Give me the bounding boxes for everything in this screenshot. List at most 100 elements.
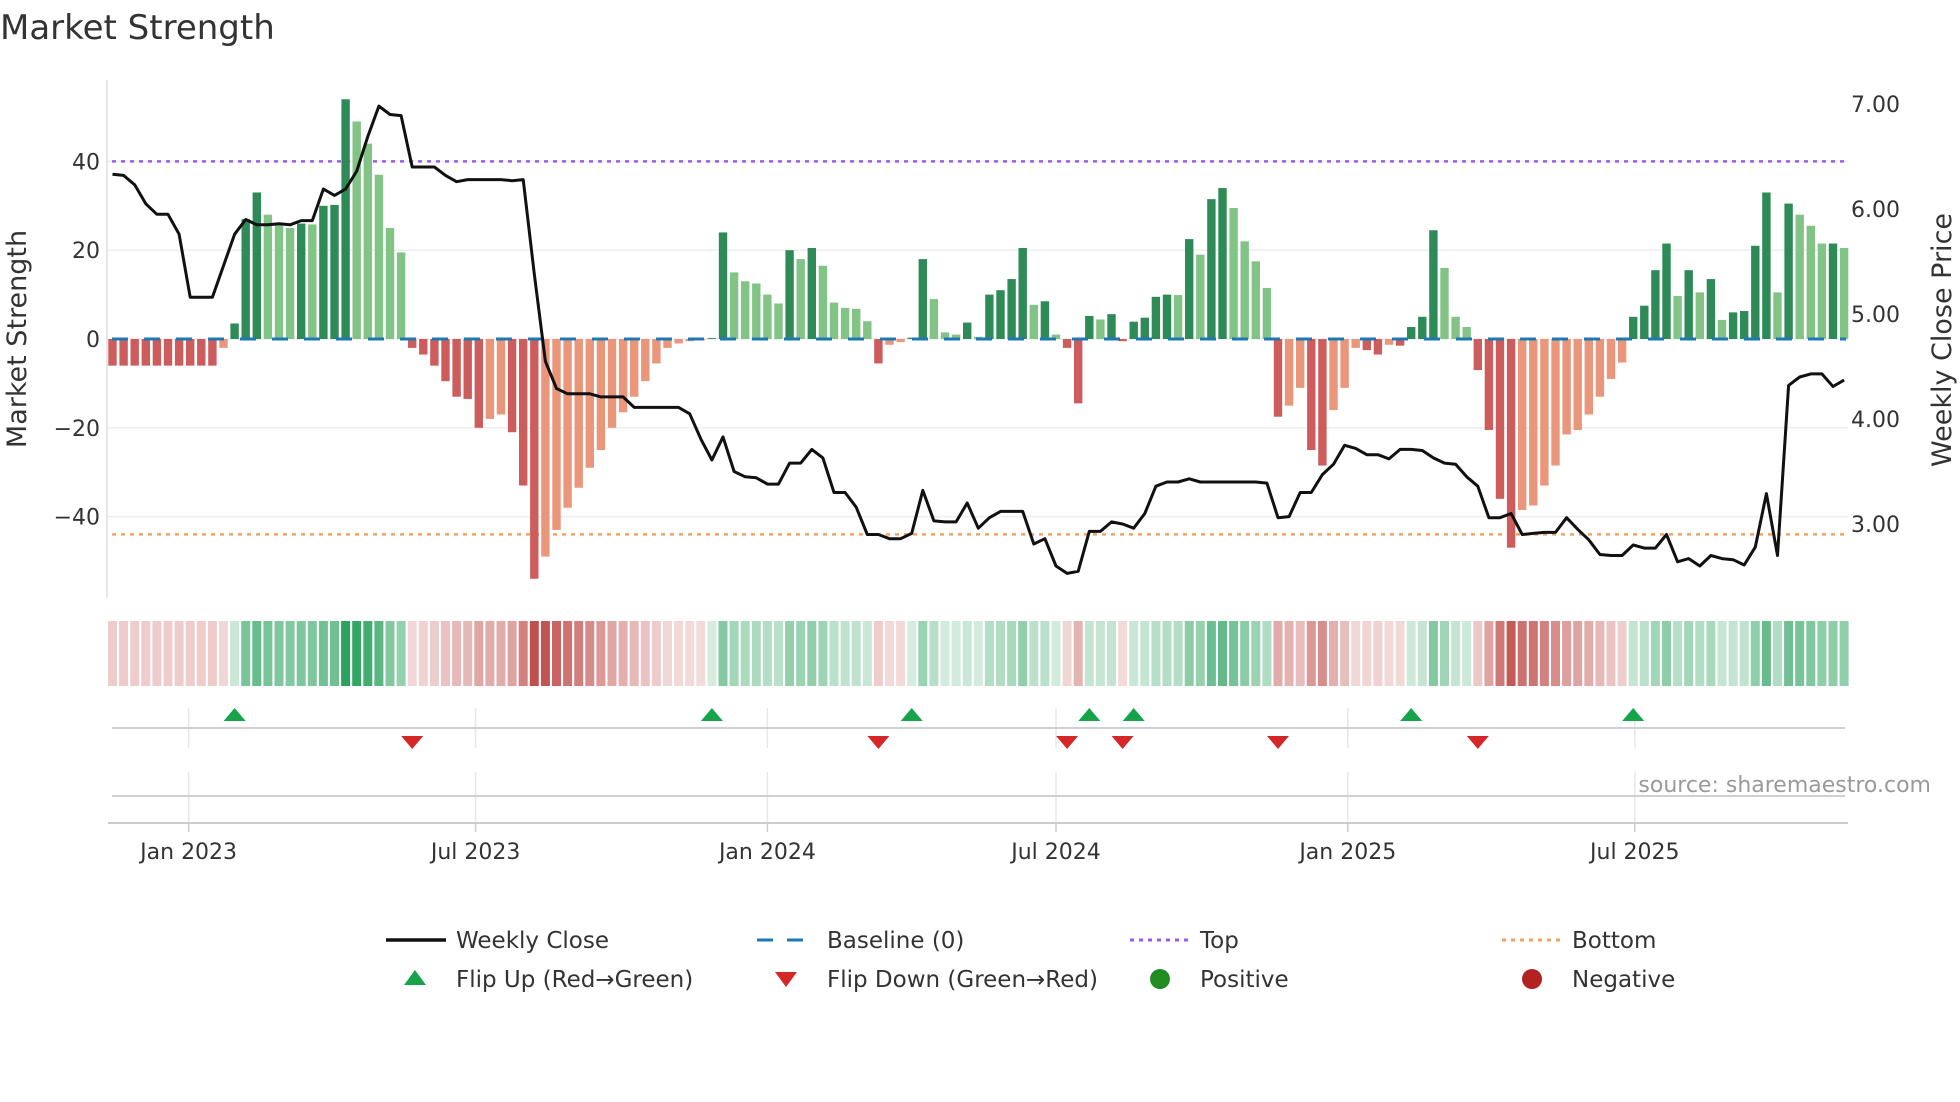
regime-cell	[141, 621, 151, 686]
strength-bar	[896, 339, 905, 343]
strength-bar	[1817, 243, 1827, 339]
strength-bar	[1129, 321, 1138, 339]
strength-bar	[607, 339, 617, 428]
y2-tick-label: 7.00	[1851, 93, 1900, 118]
regime-cell	[185, 621, 195, 686]
regime-cell	[674, 621, 684, 686]
regime-cell	[1506, 621, 1516, 686]
regime-cell	[1062, 621, 1072, 686]
regime-cell	[196, 621, 206, 686]
strength-bar	[1173, 295, 1183, 339]
regime-cell	[1717, 621, 1727, 686]
strength-bar	[519, 339, 528, 486]
strength-bar	[918, 259, 927, 339]
regime-cell	[441, 621, 450, 686]
regime-strip	[108, 621, 1849, 686]
regime-cell	[496, 621, 506, 686]
flip-up-marker	[1400, 708, 1423, 721]
regime-cell	[1107, 621, 1116, 686]
regime-cell	[1539, 621, 1549, 686]
legend-icon-circle-icon	[1150, 969, 1170, 989]
regime-cell	[1662, 621, 1671, 686]
regime-cell	[1817, 621, 1827, 686]
regime-cell	[1073, 621, 1083, 686]
strength-bar	[441, 339, 450, 382]
regime-cell	[1517, 621, 1527, 686]
regime-cell	[1617, 621, 1627, 686]
right-axis-title: Weekly Close Price	[1927, 213, 1958, 467]
regime-cell	[318, 621, 328, 686]
strength-bar	[1162, 294, 1172, 339]
regime-cell	[363, 621, 373, 686]
regime-cell	[119, 621, 129, 686]
legend-label: Flip Up (Red→Green)	[456, 967, 693, 993]
legend-label: Negative	[1572, 967, 1675, 993]
regime-cell	[1018, 621, 1028, 686]
strength-bar	[1662, 243, 1671, 339]
strength-bar	[1007, 279, 1016, 339]
strength-bar	[496, 339, 506, 415]
strength-bar	[1651, 270, 1660, 339]
regime-cell	[1462, 621, 1472, 686]
regime-cell	[485, 621, 495, 686]
strength-bar	[929, 299, 939, 339]
regime-cell	[1806, 621, 1816, 686]
strength-bar	[1096, 319, 1105, 339]
strength-bar	[1839, 247, 1849, 339]
regime-cell	[873, 621, 883, 686]
flip-up-marker	[700, 708, 723, 721]
strength-bar	[752, 283, 761, 339]
y2-tick-label: 5.00	[1851, 303, 1900, 328]
regime-cell	[429, 621, 439, 686]
strength-bar	[163, 339, 173, 366]
strength-bar	[1329, 339, 1338, 411]
regime-cell	[330, 621, 339, 686]
strength-bar	[141, 339, 150, 366]
regime-cell	[1084, 621, 1094, 686]
strength-bar	[874, 339, 883, 364]
strength-bar	[1018, 247, 1027, 339]
x-tick-label: Jan 2023	[138, 840, 237, 865]
regime-cell	[396, 621, 406, 686]
strength-bar	[1717, 319, 1727, 339]
strength-bar	[396, 252, 406, 339]
regime-cell	[1040, 621, 1050, 686]
regime-cell	[1528, 621, 1538, 686]
regime-cell	[1473, 621, 1483, 686]
flip-up-marker	[900, 708, 923, 721]
regime-cell	[785, 621, 795, 686]
strength-bar	[174, 339, 184, 366]
regime-cell	[352, 621, 362, 686]
strength-bar	[729, 272, 739, 339]
strength-bar	[230, 323, 239, 339]
regime-cell	[1129, 621, 1139, 686]
regime-cell	[1650, 621, 1660, 686]
regime-cell	[1229, 621, 1239, 686]
regime-cell	[507, 621, 517, 686]
chart-title: Market Strength	[0, 8, 275, 48]
regime-cell	[1029, 621, 1039, 686]
strength-bar	[274, 223, 284, 339]
regime-cell	[818, 621, 828, 686]
legend: Weekly Close Baseline (0) Top Bottom Flip Up…	[386, 928, 1675, 993]
strength-bar	[1673, 295, 1682, 339]
strength-bar	[108, 339, 117, 366]
regime-cell	[1739, 621, 1749, 686]
strength-bar	[1251, 261, 1260, 339]
regime-cell	[307, 621, 317, 686]
regime-cell	[1095, 621, 1105, 686]
strength-bar	[1029, 304, 1038, 339]
regime-cell	[640, 621, 650, 686]
strength-bar	[1207, 199, 1216, 339]
regime-cell	[751, 621, 761, 686]
regime-cell	[718, 621, 728, 686]
regime-cell	[1295, 621, 1305, 686]
left-axis-title: Market Strength	[2, 230, 33, 448]
y-tick-label: 0	[86, 328, 100, 353]
regime-cell	[163, 621, 173, 686]
strength-bar	[130, 339, 139, 366]
regime-cell	[274, 621, 284, 686]
legend-icon-circle-icon	[1522, 969, 1542, 989]
strength-bar	[1284, 339, 1294, 406]
regime-cell	[796, 621, 806, 686]
